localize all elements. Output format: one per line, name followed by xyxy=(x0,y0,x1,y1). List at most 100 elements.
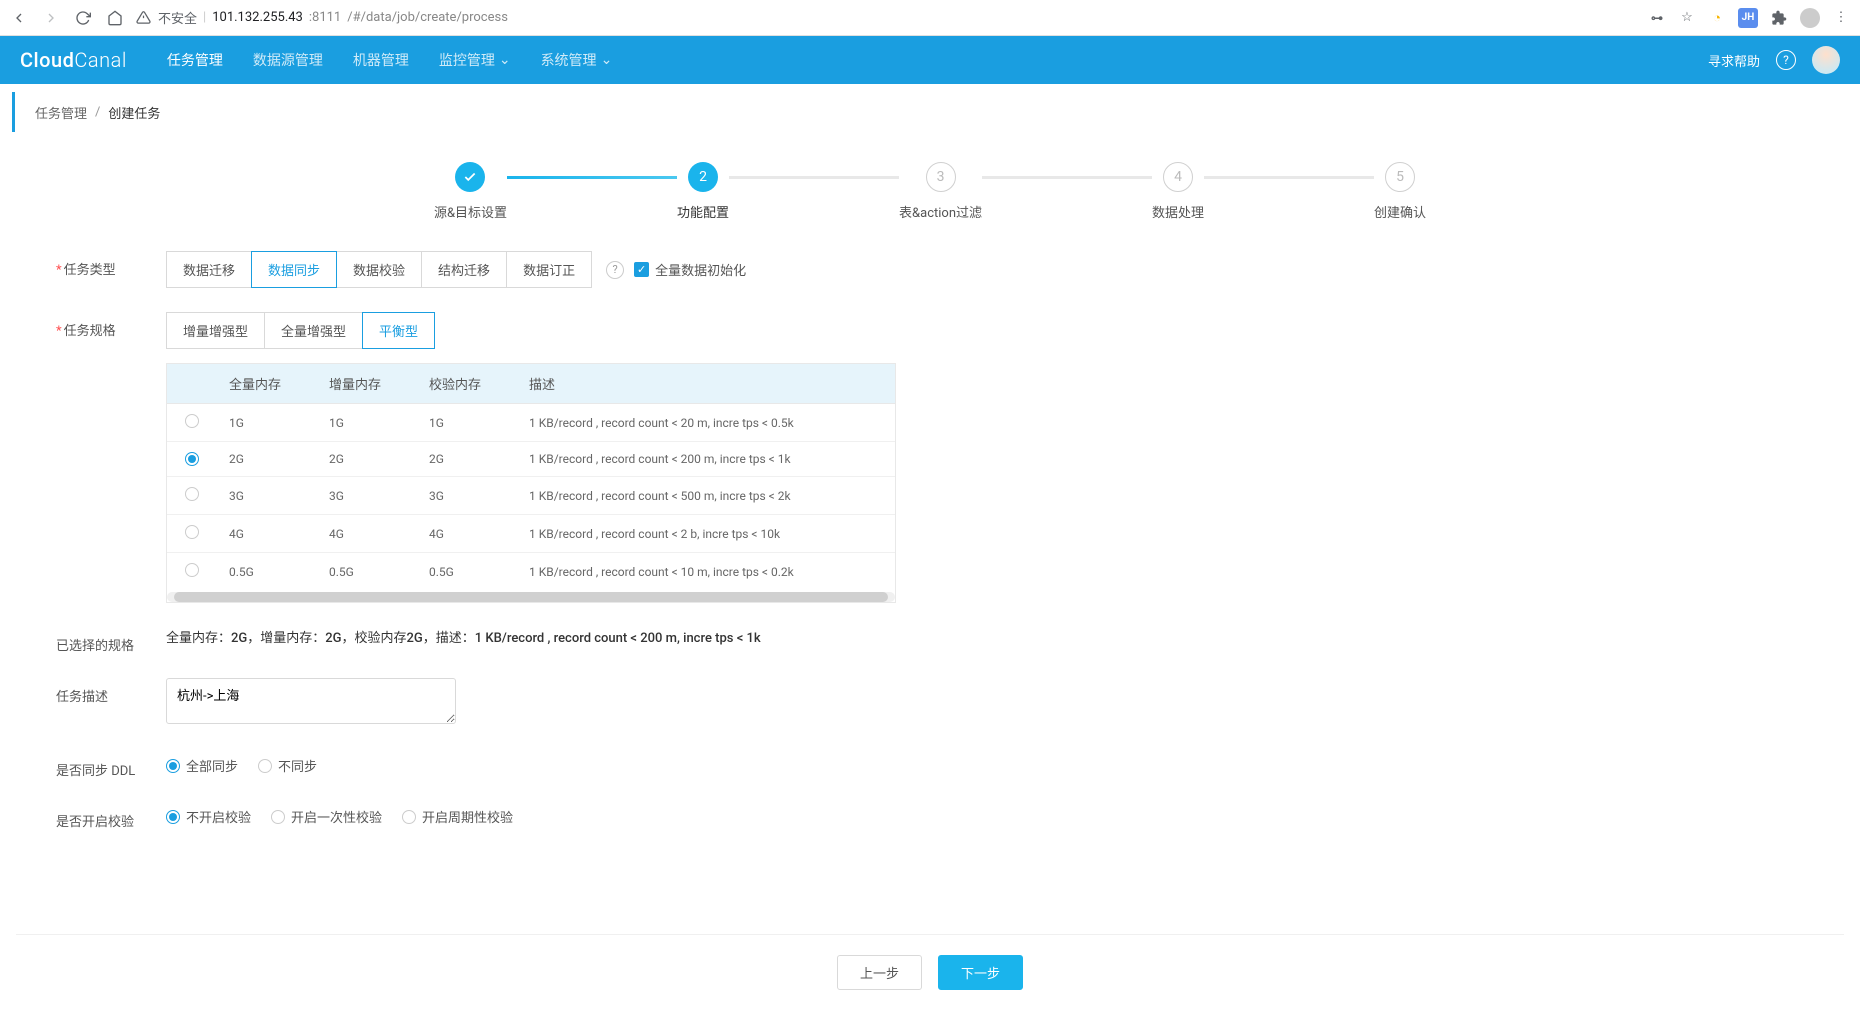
task-type-verify[interactable]: 数据校验 xyxy=(336,251,422,288)
task-desc-input[interactable]: 杭州->上海 xyxy=(166,678,456,724)
nav-task-mgmt[interactable]: 任务管理 xyxy=(167,50,223,70)
breadcrumb-item-2: 创建任务 xyxy=(108,103,160,122)
step-2-label: 功能配置 xyxy=(677,202,729,221)
radio-icon xyxy=(271,810,285,824)
step-5-label: 创建确认 xyxy=(1374,202,1426,221)
spec-row[interactable]: 4G4G4G1 KB/record , record count < 2 b, … xyxy=(167,515,895,553)
spec-cell-verify: 1G xyxy=(417,404,517,442)
step-connector xyxy=(1204,176,1374,179)
task-type-tabs: 数据迁移 数据同步 数据校验 结构迁移 数据订正 xyxy=(166,251,592,288)
extensions-icon[interactable] xyxy=(1770,9,1788,27)
home-icon[interactable] xyxy=(106,9,124,27)
forward-icon[interactable] xyxy=(42,9,60,27)
wizard-steps: 源&目标设置 2 功能配置 3 表&action过滤 4 数据处理 5 创建确认 xyxy=(16,132,1844,241)
full-init-checkbox[interactable]: ✓ 全量数据初始化 xyxy=(634,260,746,279)
spec-cell-verify: 4G xyxy=(417,515,517,553)
step-5-circle[interactable]: 5 xyxy=(1385,162,1415,192)
spec-col-desc: 描述 xyxy=(517,364,895,404)
nav-system-label: 系统管理 xyxy=(541,50,597,70)
verify-off[interactable]: 不开启校验 xyxy=(166,807,251,826)
task-type-correct[interactable]: 数据订正 xyxy=(506,251,592,288)
step-3-circle[interactable]: 3 xyxy=(926,162,956,192)
user-avatar[interactable] xyxy=(1812,46,1840,74)
profile-avatar[interactable] xyxy=(1800,8,1820,28)
url-port: :8111 xyxy=(309,10,341,25)
spec-cell-desc: 1 KB/record , record count < 20 m, incre… xyxy=(517,404,895,442)
spec-cell-full: 0.5G xyxy=(217,553,317,591)
step-1-label: 源&目标设置 xyxy=(434,202,507,221)
address-bar[interactable]: 不安全 | 101.132.255.43:8111/#/data/job/cre… xyxy=(134,8,1638,27)
spec-row[interactable]: 0.5G0.5G0.5G1 KB/record , record count <… xyxy=(167,553,895,591)
spec-cell-full: 4G xyxy=(217,515,317,553)
task-type-struct[interactable]: 结构迁移 xyxy=(421,251,507,288)
task-desc-label: 任务描述 xyxy=(56,678,166,705)
spec-incr-enh[interactable]: 增量增强型 xyxy=(166,312,265,349)
spec-row[interactable]: 1G1G1G1 KB/record , record count < 20 m,… xyxy=(167,404,895,442)
spec-cell-verify: 0.5G xyxy=(417,553,517,591)
key-icon[interactable]: ⊶ xyxy=(1648,9,1666,27)
menu-icon[interactable]: ⋮ xyxy=(1832,9,1850,27)
spec-col-full: 全量内存 xyxy=(217,364,317,404)
radio-icon xyxy=(185,563,199,577)
top-nav-bar: CloudCanal 任务管理 数据源管理 机器管理 监控管理 ⌄ 系统管理 ⌄… xyxy=(0,36,1860,84)
step-4-circle[interactable]: 4 xyxy=(1163,162,1193,192)
next-button[interactable]: 下一步 xyxy=(938,955,1023,990)
radio-icon xyxy=(185,452,199,466)
sync-ddl-label: 是否同步 DDL xyxy=(56,752,166,779)
spec-full-enh[interactable]: 全量增强型 xyxy=(264,312,363,349)
browser-chrome: 不安全 | 101.132.255.43:8111/#/data/job/cre… xyxy=(0,0,1860,36)
radio-icon xyxy=(185,414,199,428)
spec-cell-verify: 3G xyxy=(417,477,517,515)
ext-badge-jh[interactable]: JH xyxy=(1738,8,1758,28)
spec-row[interactable]: 3G3G3G1 KB/record , record count < 500 m… xyxy=(167,477,895,515)
reload-icon[interactable] xyxy=(74,9,92,27)
nav-system-mgmt[interactable]: 系统管理 ⌄ xyxy=(541,50,613,70)
step-connector xyxy=(507,176,677,179)
breadcrumb: 任务管理 / 创建任务 xyxy=(12,92,1860,132)
spec-cell-desc: 1 KB/record , record count < 200 m, incr… xyxy=(517,442,895,477)
spec-cell-incr: 2G xyxy=(317,442,417,477)
wizard-footer: 上一步 下一步 xyxy=(16,934,1844,1020)
task-type-sync[interactable]: 数据同步 xyxy=(251,251,337,288)
sync-ddl-all[interactable]: 全部同步 xyxy=(166,756,238,775)
spec-cell-full: 2G xyxy=(217,442,317,477)
url-path: /#/data/job/create/process xyxy=(347,10,508,25)
verify-periodic[interactable]: 开启周期性校验 xyxy=(402,807,513,826)
prev-button[interactable]: 上一步 xyxy=(837,955,922,990)
verify-label: 是否开启校验 xyxy=(56,803,166,830)
help-link[interactable]: 寻求帮助 xyxy=(1708,51,1760,70)
breadcrumb-item-1[interactable]: 任务管理 xyxy=(35,103,87,122)
spec-cell-full: 1G xyxy=(217,404,317,442)
logo[interactable]: CloudCanal xyxy=(20,48,127,72)
spec-cell-desc: 1 KB/record , record count < 10 m, incre… xyxy=(517,553,895,591)
radio-icon xyxy=(258,759,272,773)
step-2-circle[interactable]: 2 xyxy=(688,162,718,192)
spec-cell-verify: 2G xyxy=(417,442,517,477)
step-3-label: 表&action过滤 xyxy=(899,202,982,221)
back-icon[interactable] xyxy=(10,9,28,27)
spec-cell-incr: 1G xyxy=(317,404,417,442)
check-icon: ✓ xyxy=(634,262,649,277)
sync-ddl-none[interactable]: 不同步 xyxy=(258,756,317,775)
task-type-label: *任务类型 xyxy=(56,251,166,278)
nav-monitor-mgmt[interactable]: 监控管理 ⌄ xyxy=(439,50,511,70)
logo-cloud: Cloud xyxy=(20,48,74,72)
radio-icon xyxy=(402,810,416,824)
star-icon[interactable]: ☆ xyxy=(1678,9,1696,27)
task-type-migrate[interactable]: 数据迁移 xyxy=(166,251,252,288)
help-icon[interactable]: ? xyxy=(1776,50,1796,70)
spec-balanced[interactable]: 平衡型 xyxy=(362,312,435,349)
spec-row[interactable]: 2G2G2G1 KB/record , record count < 200 m… xyxy=(167,442,895,477)
step-1-circle[interactable] xyxy=(455,162,485,192)
nav-machine-mgmt[interactable]: 机器管理 xyxy=(353,50,409,70)
spec-cell-desc: 1 KB/record , record count < 500 m, incr… xyxy=(517,477,895,515)
radio-icon xyxy=(166,759,180,773)
main-card: 源&目标设置 2 功能配置 3 表&action过滤 4 数据处理 5 创建确认… xyxy=(16,132,1844,1020)
spec-col-incr: 增量内存 xyxy=(317,364,417,404)
nav-datasource-mgmt[interactable]: 数据源管理 xyxy=(253,50,323,70)
verify-once[interactable]: 开启一次性校验 xyxy=(271,807,382,826)
ext1-icon[interactable]: ◔ xyxy=(1708,9,1726,27)
chevron-down-icon: ⌄ xyxy=(499,52,511,68)
help-tooltip-icon[interactable]: ? xyxy=(606,261,624,279)
horizontal-scrollbar[interactable] xyxy=(167,592,895,602)
